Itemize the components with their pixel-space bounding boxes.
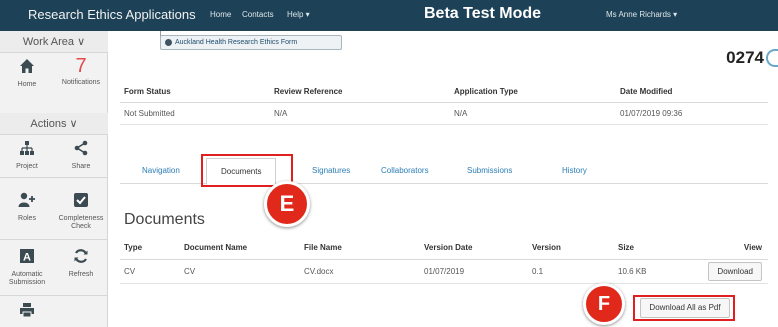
size-cell: 10.6 KB (614, 259, 700, 284)
date-modified-value: 01/07/2019 09:36 (616, 102, 768, 125)
info-circle-icon[interactable] (766, 49, 778, 67)
application-number: 0274 (726, 48, 764, 67)
form-status-value: Not Submitted (120, 102, 270, 125)
column-header: Application Type (450, 82, 616, 103)
column-header: Type (120, 237, 180, 260)
version-date-cell: 01/07/2019 (420, 259, 528, 284)
download-all-as-pdf-button[interactable]: Download All as Pdf (640, 298, 730, 318)
download-button[interactable]: Download (708, 261, 762, 281)
app-title: Research Ethics Applications (28, 7, 196, 22)
home-tile[interactable]: Home (0, 57, 54, 89)
document-name-cell: CV (180, 259, 300, 284)
refresh-icon (54, 247, 108, 269)
column-header: Document Name (180, 237, 300, 260)
completeness-check-tile-label: Completeness Check (58, 215, 104, 230)
column-header: View (700, 237, 768, 260)
top-navigation-bar: Research Ethics Applications Home Contac… (0, 0, 778, 31)
checkbox-checked-icon (54, 191, 108, 213)
status-table: Form Status Review Reference Application… (120, 82, 768, 125)
home-tile-label: Home (17, 81, 37, 88)
column-header: Date Modified (616, 82, 768, 103)
nav-contacts-link[interactable]: Contacts (242, 10, 274, 19)
user-menu[interactable]: Ms Anne Richards ▾ (606, 10, 677, 19)
automatic-submission-tile[interactable]: A Automatic Submission (0, 247, 54, 287)
documents-table: Type Document Name File Name Version Dat… (120, 237, 768, 284)
printer-icon (0, 301, 54, 323)
project-hierarchy-icon (0, 139, 54, 161)
completeness-check-tile[interactable]: Completeness Check (54, 191, 108, 231)
form-bullet-icon (165, 39, 172, 46)
sidebar-divider (0, 295, 108, 296)
share-icon (54, 139, 108, 161)
column-header: File Name (300, 237, 420, 260)
refresh-tile-label: Refresh (68, 271, 94, 278)
column-header: Form Status (120, 82, 270, 103)
share-tile[interactable]: Share (54, 139, 108, 171)
beta-test-mode-banner: Beta Test Mode (424, 5, 542, 22)
actions-toggle[interactable]: Actions ∨ (0, 113, 108, 135)
tab-signatures[interactable]: Signatures (312, 166, 350, 175)
add-user-icon (0, 191, 54, 213)
nav-help-menu[interactable]: Help ▾ (287, 10, 310, 19)
letter-a-box-icon: A (0, 247, 54, 269)
work-area-toggle[interactable]: Work Area ∨ (0, 31, 108, 53)
view-cell: Download (700, 259, 768, 284)
application-type-value: N/A (450, 102, 616, 125)
notifications-tile-label: Notifications (61, 79, 101, 86)
project-tile[interactable]: Project (0, 139, 54, 171)
sidebar: Work Area ∨ Home 7 Notifications Actions… (0, 31, 108, 327)
tab-navigation[interactable]: Navigation (142, 166, 180, 175)
refresh-tile[interactable]: Refresh (54, 247, 108, 279)
annotation-badge-e: E (264, 181, 310, 227)
column-header: Version (528, 237, 614, 260)
notifications-tile[interactable]: 7 Notifications (54, 55, 108, 87)
column-header: Version Date (420, 237, 528, 260)
notifications-count: 7 (75, 55, 87, 77)
automatic-submission-tile-label: Automatic Submission (8, 271, 46, 286)
form-name: Auckland Health Research Ethics Form (175, 39, 298, 46)
sidebar-divider (0, 177, 108, 178)
column-header: Size (614, 237, 700, 260)
sidebar-divider (0, 239, 108, 240)
document-type-cell: CV (120, 259, 180, 284)
roles-tile[interactable]: Roles (0, 191, 54, 223)
table-row: Not Submitted N/A N/A 01/07/2019 09:36 (120, 102, 768, 125)
file-name-cell: CV.docx (300, 259, 420, 284)
app-window: Research Ethics Applications Home Contac… (0, 0, 778, 327)
review-reference-value: N/A (270, 102, 450, 125)
share-tile-label: Share (71, 163, 91, 170)
print-tile[interactable] (0, 301, 54, 323)
tab-submissions[interactable]: Submissions (467, 166, 512, 175)
form-name-chip[interactable]: Auckland Health Research Ethics Form (160, 35, 342, 50)
tab-history[interactable]: History (562, 166, 587, 175)
documents-heading: Documents (124, 211, 205, 228)
svg-text:A: A (23, 252, 31, 264)
roles-tile-label: Roles (18, 215, 36, 222)
version-cell: 0.1 (528, 259, 614, 284)
nav-home-link[interactable]: Home (210, 10, 231, 19)
tab-collaborators[interactable]: Collaborators (381, 166, 429, 175)
project-tile-label: Project (16, 163, 38, 170)
annotation-badge-f: F (583, 283, 625, 325)
main-content: Auckland Health Research Ethics Form 027… (108, 31, 778, 327)
table-row: CV CV CV.docx 01/07/2019 0.1 10.6 KB Dow… (120, 259, 768, 284)
home-icon (0, 57, 54, 79)
column-header: Review Reference (270, 82, 450, 103)
